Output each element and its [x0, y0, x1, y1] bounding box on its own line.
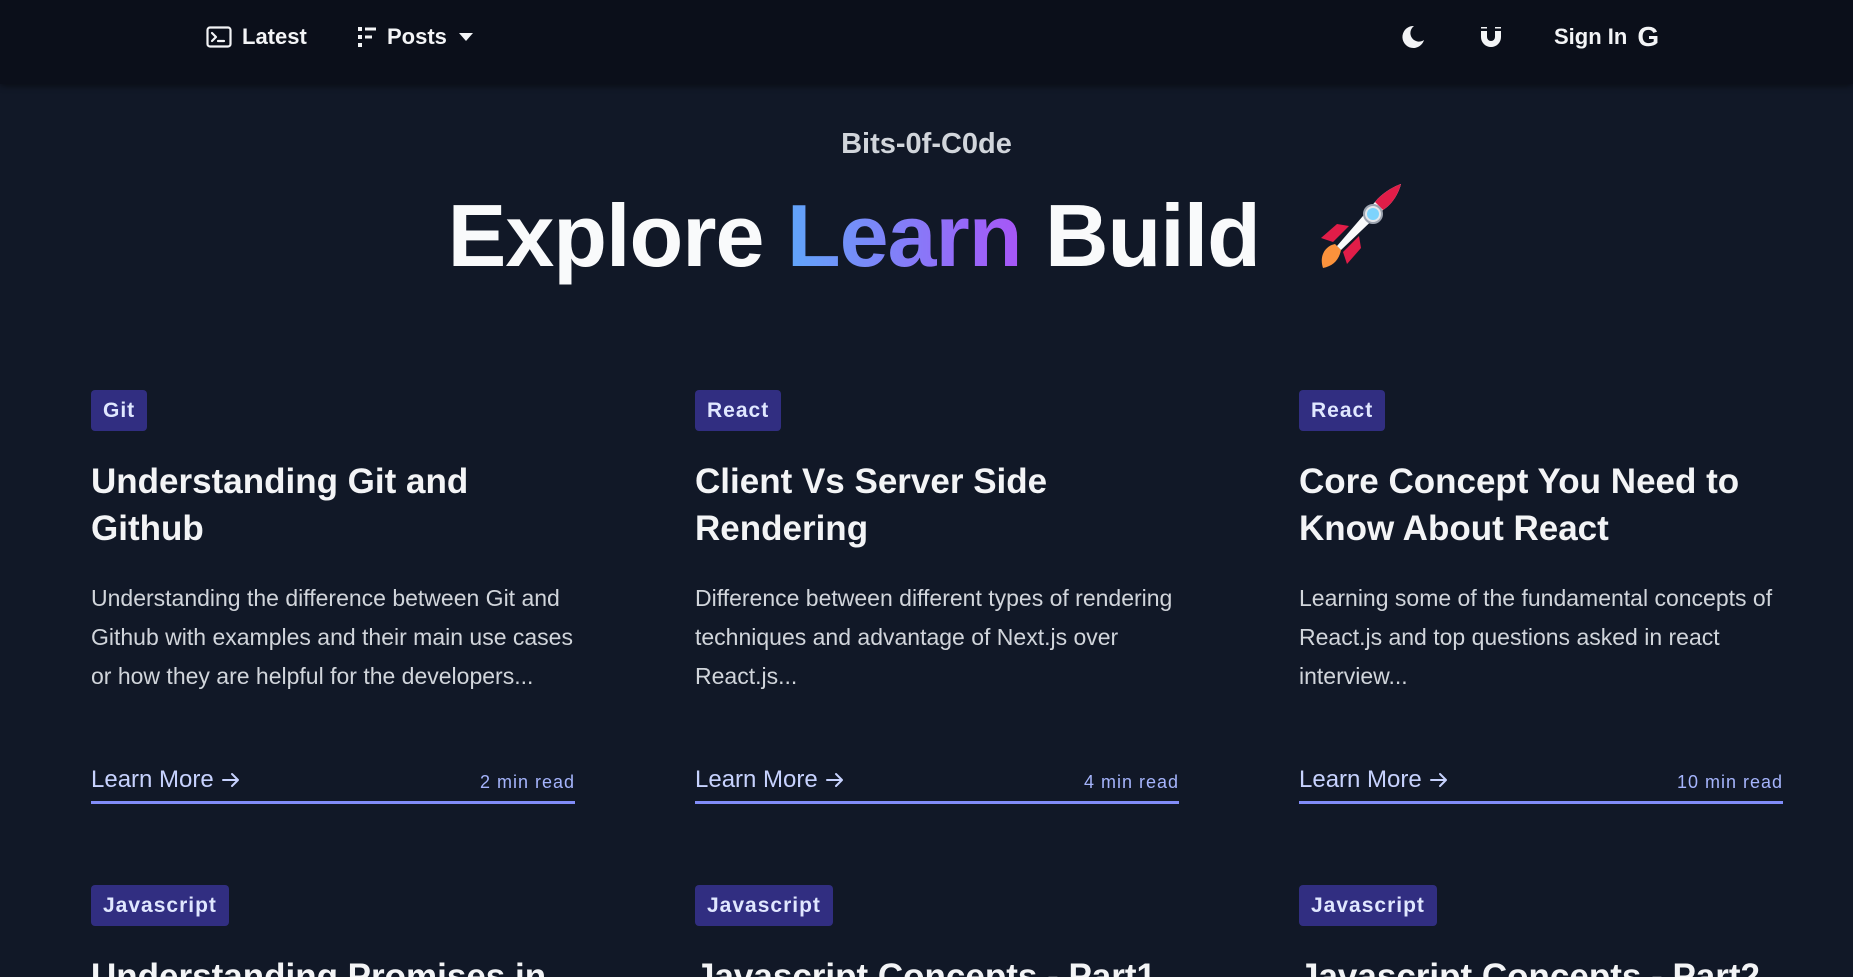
nav-latest-label: Latest: [242, 24, 307, 49]
post-description: Difference between different types of re…: [695, 585, 1173, 689]
learn-more-label: Learn More: [91, 766, 214, 793]
post-footer: Learn More 10 min read: [1299, 766, 1783, 804]
post-description: Learning some of the fundamental concept…: [1299, 585, 1773, 689]
post-title[interactable]: Javascript Concepts - Part1: [695, 953, 1179, 977]
learn-more-link[interactable]: Learn More: [1299, 766, 1448, 794]
read-time: 10 min read: [1676, 772, 1783, 792]
theme-toggle-button[interactable]: [1400, 0, 1426, 74]
arrow-right-icon: [221, 773, 239, 787]
post-tag[interactable]: Javascript: [1299, 885, 1437, 926]
post-title[interactable]: Client Vs Server Side Rendering: [695, 458, 1179, 552]
post-footer: Learn More 4 min read: [695, 766, 1179, 804]
learn-more-label: Learn More: [695, 766, 818, 793]
rocket-icon: [1313, 180, 1405, 293]
post-tag[interactable]: React: [1299, 390, 1386, 431]
post-card: Javascript Understanding Promises in: [91, 885, 575, 977]
learn-more-link[interactable]: Learn More: [695, 766, 844, 794]
post-tag[interactable]: Javascript: [91, 885, 229, 926]
post-card: React Client Vs Server Side Rendering Di…: [695, 390, 1179, 820]
arrow-right-icon: [1429, 773, 1447, 787]
nav-latest-link[interactable]: Latest: [206, 0, 307, 74]
hero-heading: Explore Learn Build: [0, 180, 1853, 293]
terminal-icon: [206, 26, 232, 48]
google-icon: G: [1637, 21, 1660, 52]
site-name: Bits-0f-C0de: [841, 128, 1012, 160]
moon-icon: [1402, 25, 1424, 48]
hero-word-learn: Learn: [786, 186, 1023, 285]
post-title[interactable]: Understanding Git and Github: [91, 458, 575, 552]
post-title[interactable]: Understanding Promises in: [91, 953, 575, 977]
post-card: Git Understanding Git and Github Underst…: [91, 390, 575, 820]
post-description: Understanding the difference between Git…: [91, 585, 573, 689]
post-footer: Learn More 2 min read: [91, 766, 575, 804]
sign-in-label: Sign In: [1554, 24, 1628, 49]
read-time: 2 min read: [479, 772, 575, 792]
chevron-down-icon: [458, 32, 473, 41]
post-tag[interactable]: Javascript: [695, 885, 833, 926]
post-card: React Core Concept You Need to Know Abou…: [1299, 390, 1783, 820]
post-card: Javascript Javascript Concepts - Part2: [1299, 885, 1783, 977]
nav-posts-label: Posts: [387, 24, 447, 49]
list-icon: [358, 27, 376, 47]
read-time: 4 min read: [1083, 772, 1179, 792]
sign-in-button[interactable]: Sign In G: [1554, 0, 1659, 74]
post-tag[interactable]: Git: [91, 390, 148, 431]
nav-posts-dropdown[interactable]: Posts: [357, 0, 473, 74]
magnet-button[interactable]: [1478, 0, 1504, 74]
hero-word-build: Build: [1044, 186, 1261, 285]
top-navbar: Latest Posts Sign In G: [0, 0, 1853, 84]
post-tag[interactable]: React: [695, 390, 782, 431]
arrow-right-icon: [825, 773, 843, 787]
post-card: Javascript Javascript Concepts - Part1: [695, 885, 1179, 977]
post-title[interactable]: Javascript Concepts - Part2: [1299, 953, 1783, 977]
learn-more-label: Learn More: [1299, 766, 1422, 793]
hero-word-explore: Explore: [447, 186, 765, 285]
post-title[interactable]: Core Concept You Need to Know About Reac…: [1299, 458, 1783, 552]
learn-more-link[interactable]: Learn More: [91, 766, 240, 794]
magnet-icon: [1481, 27, 1501, 47]
